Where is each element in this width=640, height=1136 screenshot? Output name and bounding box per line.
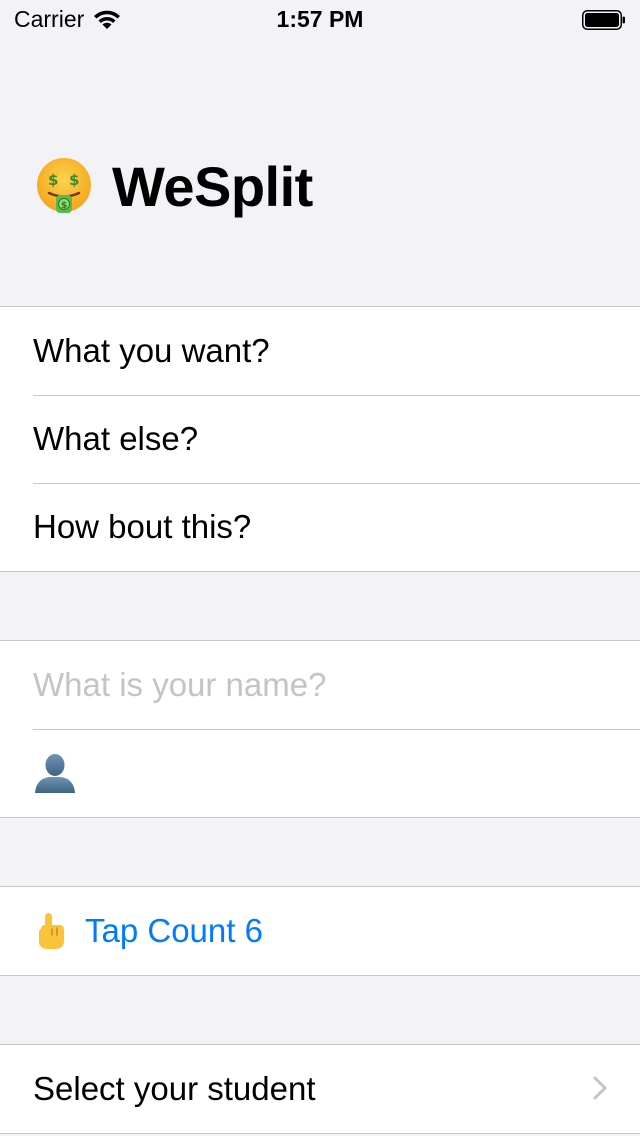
list-item-how-bout-this[interactable]: How bout this?: [0, 483, 640, 571]
list-item-what-else[interactable]: What else?: [0, 395, 640, 483]
tap-count-label: Tap Count 6: [85, 912, 263, 949]
svg-text:$: $: [61, 201, 67, 211]
pointing-up-hand-icon: [39, 913, 64, 949]
avatar-row: [0, 729, 640, 817]
status-time: 1:57 PM: [276, 6, 364, 32]
list-item-label: What else?: [33, 420, 199, 457]
name-section: What is your name?: [0, 640, 640, 818]
svg-text:$: $: [69, 171, 79, 189]
name-field-row[interactable]: What is your name?: [0, 641, 640, 729]
select-student-picker[interactable]: Select your student: [0, 1045, 640, 1133]
list-item-label: What you want?: [33, 332, 270, 369]
tap-count-section: Tap Count 6: [0, 886, 640, 976]
list-item-what-you-want[interactable]: What you want?: [0, 307, 640, 395]
student-section: Select your student: [0, 1044, 640, 1134]
options-section: What you want? What else? How bout this?: [0, 306, 640, 572]
money-mouth-face-icon: $ $ $: [37, 158, 91, 213]
tap-count-button[interactable]: Tap Count 6: [0, 887, 640, 975]
svg-text:$: $: [48, 171, 58, 189]
page-title: WeSplit: [112, 154, 313, 218]
chevron-right-icon: [593, 1076, 607, 1100]
picker-label: Select your student: [33, 1070, 316, 1107]
status-bar: Carrier 1:57 PM: [0, 0, 640, 40]
person-silhouette-icon: [35, 754, 75, 793]
name-input[interactable]: What is your name?: [33, 666, 326, 704]
nav-title-row: $ $ $ WeSplit: [34, 148, 313, 224]
battery-full-icon: [582, 10, 625, 30]
list-item-label: How bout this?: [33, 508, 252, 545]
